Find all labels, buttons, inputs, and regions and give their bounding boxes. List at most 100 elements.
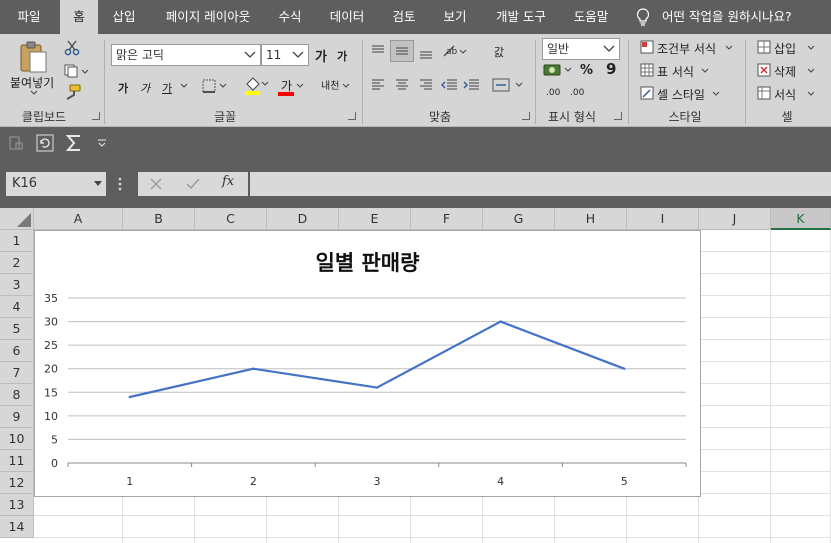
chevron-down-icon[interactable] [602,41,616,55]
format-cells-icon[interactable] [757,86,771,100]
column-header-j[interactable]: J [699,208,771,230]
fill-color-icon[interactable] [244,76,270,96]
more-options-icon[interactable] [118,177,122,191]
conditional-format-icon[interactable] [640,40,654,54]
insert-function-button[interactable]: fx [222,174,234,189]
number-format-combo[interactable]: 일반 [542,38,620,60]
wrap-text-button[interactable]: 갌 [494,44,504,60]
cancel-icon[interactable] [150,178,162,190]
align-left-icon[interactable] [370,78,386,92]
row-header-13[interactable]: 13 [0,494,34,516]
chevron-down-icon[interactable] [291,47,305,61]
number-launcher[interactable] [614,112,622,120]
chevron-down-icon[interactable] [180,83,188,89]
font-launcher[interactable] [348,112,356,120]
tab-developer[interactable]: 개발 도구 [484,0,558,34]
row-header-2[interactable]: 2 [0,252,34,274]
table-format-icon[interactable] [640,63,654,77]
font-size-combo[interactable]: 11 [261,44,309,66]
row-header-8[interactable]: 8 [0,384,34,406]
column-header-h[interactable]: H [555,208,627,230]
tab-help[interactable]: 도움말 [566,0,616,34]
refresh-all-icon[interactable] [36,134,54,152]
format-painter-icon[interactable] [64,84,82,100]
tab-data[interactable]: 데이터 [320,0,374,34]
phonetic-button[interactable]: 내천 [321,77,339,92]
merge-center-icon[interactable] [492,77,524,93]
tab-page-layout[interactable]: 페이지 레이아웃 [150,0,266,34]
align-right-icon[interactable] [418,78,434,92]
column-header-a[interactable]: A [34,208,123,230]
orientation-icon[interactable]: ab [442,42,468,60]
chart-object[interactable]: 일별 판매량 0 5 10 15 20 25 30 35 1 2 3 4 5 [34,230,701,497]
cell-style-icon[interactable] [640,86,654,100]
accounting-format-icon[interactable] [543,62,575,78]
row-header-14[interactable]: 14 [0,516,34,538]
cell-style-button[interactable]: 셀 스타일 [657,86,705,103]
tab-insert[interactable]: 삽입 [104,0,144,34]
chevron-down-icon[interactable] [807,68,815,74]
paste-icon[interactable] [18,40,50,76]
bold-button[interactable]: 가 [118,80,128,96]
row-header-1[interactable]: 1 [0,230,34,252]
column-header-g[interactable]: G [483,208,555,230]
row-header-10[interactable]: 10 [0,428,34,450]
alignment-launcher[interactable] [522,112,530,120]
name-box[interactable]: K16 [6,172,106,196]
column-header-e[interactable]: E [339,208,411,230]
tab-view[interactable]: 보기 [434,0,476,34]
insert-cells-icon[interactable] [757,40,771,54]
formula-input[interactable] [250,172,831,196]
row-header-11[interactable]: 11 [0,450,34,472]
align-middle-button[interactable] [390,40,414,62]
chevron-down-icon[interactable] [342,83,350,89]
underline-button[interactable]: 가 [162,80,172,96]
copy-icon[interactable] [64,64,90,78]
decrease-decimal-button[interactable]: .00 [570,88,584,98]
column-header-d[interactable]: D [267,208,339,230]
format-cells-button[interactable]: 서식 [774,86,796,103]
column-header-f[interactable]: F [411,208,483,230]
delete-cells-icon[interactable] [757,63,771,77]
tab-file[interactable]: 파일 [6,0,52,34]
tab-home[interactable]: 홈 [60,0,98,34]
borders-icon[interactable] [202,78,228,94]
increase-decimal-button[interactable]: .00 [546,88,560,98]
row-header-9[interactable]: 9 [0,406,34,428]
table-format-button[interactable]: 표 서식 [657,63,694,80]
column-header-k[interactable]: K [771,208,831,230]
chevron-down-icon[interactable] [725,45,733,51]
grow-font-button[interactable]: 가 [315,46,327,65]
column-header-i[interactable]: I [627,208,699,230]
chevron-down-icon[interactable] [807,45,815,51]
tab-review[interactable]: 검토 [384,0,424,34]
row-header-12[interactable]: 12 [0,472,34,494]
column-header-c[interactable]: C [195,208,267,230]
clipboard-launcher[interactable] [92,112,100,120]
increase-indent-icon[interactable] [462,78,480,92]
chevron-down-icon[interactable] [712,91,720,97]
paste-label[interactable]: 붙여넣기 [10,74,54,91]
chevron-down-icon[interactable] [701,68,709,74]
align-bottom-icon[interactable] [418,46,434,60]
italic-button[interactable]: 가 [140,80,150,96]
tab-formulas[interactable]: 수식 [270,0,310,34]
form-icon[interactable] [8,135,24,151]
enter-check-icon[interactable] [186,178,200,190]
chevron-down-icon[interactable] [243,47,257,61]
chevron-down-icon[interactable] [94,181,102,187]
insert-cells-button[interactable]: 삽입 [774,40,796,57]
align-top-icon[interactable] [370,44,386,58]
decrease-indent-icon[interactable] [440,78,458,92]
row-header-7[interactable]: 7 [0,362,34,384]
chevron-down-icon[interactable] [296,83,304,89]
comma-button[interactable]: 9 [606,60,616,78]
shrink-font-button[interactable]: 가 [337,48,347,64]
cut-icon[interactable] [64,40,80,56]
customize-qat-icon[interactable] [97,139,107,147]
percent-button[interactable]: % [580,63,593,78]
column-header-b[interactable]: B [123,208,195,230]
row-header-3[interactable]: 3 [0,274,34,296]
select-all-corner[interactable] [0,208,34,230]
delete-cells-button[interactable]: 삭제 [774,63,796,80]
